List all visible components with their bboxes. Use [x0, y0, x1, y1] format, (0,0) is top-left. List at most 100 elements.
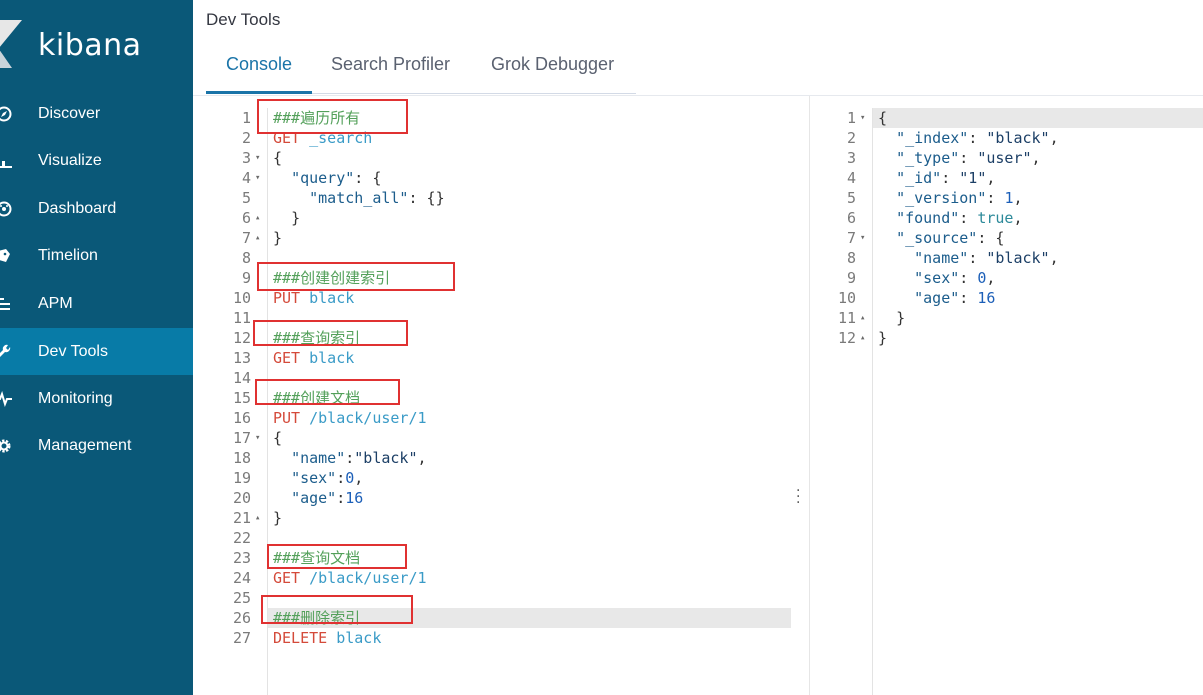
annotation-box	[255, 379, 400, 405]
line-number: 8	[241, 249, 251, 267]
code-line[interactable]: "age": 16	[878, 288, 995, 308]
sidebar-item-visualize[interactable]: Visualize	[0, 137, 193, 184]
sidebar-item-monitoring[interactable]: Monitoring	[0, 375, 193, 422]
sidebar: kibana Discover Visualize Dashboard Time…	[0, 0, 193, 695]
line-number: 12	[837, 329, 856, 347]
code-line[interactable]: "_id": "1",	[878, 168, 995, 188]
line-number: 6	[241, 209, 251, 227]
annotation-box	[253, 320, 408, 346]
code-line[interactable]: "sex":0,	[273, 468, 363, 488]
code-line[interactable]: }	[273, 228, 282, 248]
line-number: 18	[232, 449, 251, 467]
line-number: 26	[232, 609, 251, 627]
tab-bar: Console Search Profiler Grok Debugger	[206, 48, 636, 94]
sidebar-item-apm[interactable]: APM	[0, 280, 193, 327]
line-number: 5	[241, 189, 251, 207]
kibana-logo-icon	[0, 20, 22, 68]
code-line[interactable]: }	[878, 308, 905, 328]
line-number: 25	[232, 589, 251, 607]
line-number: 16	[232, 409, 251, 427]
fold-toggle-icon[interactable]: ▴	[255, 508, 260, 528]
fold-toggle-icon[interactable]: ▴	[860, 308, 865, 328]
code-line[interactable]: }	[273, 508, 282, 528]
code-line[interactable]: "_index": "black",	[878, 128, 1059, 148]
sidebar-item-label: Visualize	[38, 151, 102, 169]
line-number: 3	[241, 149, 251, 167]
code-line[interactable]: "name":"black",	[273, 448, 426, 468]
fold-toggle-icon[interactable]: ▾	[255, 168, 260, 188]
code-line[interactable]: {	[878, 108, 887, 128]
active-tab-indicator	[206, 91, 312, 94]
code-line[interactable]: {	[273, 428, 282, 448]
fold-toggle-icon[interactable]: ▾	[860, 228, 865, 248]
line-number: 11	[232, 309, 251, 327]
code-line[interactable]: }	[273, 208, 300, 228]
brand-name: kibana	[38, 28, 142, 63]
code-line[interactable]: DELETE black	[273, 628, 381, 648]
sidebar-item-discover[interactable]: Discover	[0, 90, 193, 137]
annotation-box	[257, 262, 455, 291]
line-number: 12	[232, 329, 251, 347]
code-line[interactable]: GET black	[273, 348, 354, 368]
line-number: 22	[232, 529, 251, 547]
code-line[interactable]: "query": {	[273, 168, 381, 188]
fold-toggle-icon[interactable]: ▾	[255, 428, 260, 448]
response-editor[interactable]: 1 ▾ 2 3 4 5 6 7 ▾ 8 9 10 11 ▴ 12 ▴ { "_index": "black",…	[810, 108, 1203, 695]
code-line[interactable]: "name": "black",	[878, 248, 1059, 268]
sidebar-item-label: Monitoring	[38, 389, 113, 407]
dashboard-icon	[0, 200, 12, 218]
heartbeat-icon	[0, 390, 12, 408]
annotation-box	[267, 544, 407, 569]
annotation-box	[261, 595, 413, 624]
code-line[interactable]: {	[273, 148, 282, 168]
line-number: 9	[241, 269, 251, 287]
sidebar-item-label: Management	[38, 436, 132, 454]
line-number: 10	[232, 289, 251, 307]
panel-resize-handle[interactable]: · · ·	[796, 484, 800, 510]
tab-search-profiler[interactable]: Search Profiler	[331, 54, 450, 75]
line-number: 3	[846, 149, 856, 167]
fold-toggle-icon[interactable]: ▾	[860, 108, 865, 128]
header-divider	[193, 95, 1203, 96]
fold-toggle-icon[interactable]: ▴	[860, 328, 865, 348]
line-number: 27	[232, 629, 251, 647]
sidebar-item-dev-tools[interactable]: Dev Tools	[0, 328, 193, 375]
sidebar-item-management[interactable]: Management	[0, 422, 193, 469]
response-gutter: 1 ▾ 2 3 4 5 6 7 ▾ 8 9 10 11 ▴ 12 ▴	[810, 108, 873, 695]
fold-toggle-icon[interactable]: ▴	[255, 228, 260, 248]
line-number: 9	[846, 269, 856, 287]
code-line[interactable]: "sex": 0,	[878, 268, 995, 288]
code-line[interactable]: "match_all": {}	[273, 188, 444, 208]
sidebar-item-label: Dev Tools	[38, 342, 108, 360]
sidebar-item-label: Timelion	[38, 246, 98, 264]
fold-toggle-icon[interactable]: ▾	[255, 148, 260, 168]
kibana-logo[interactable]: kibana	[0, 8, 193, 78]
code-line[interactable]: "_type": "user",	[878, 148, 1041, 168]
sidebar-item-dashboard[interactable]: Dashboard	[0, 185, 193, 232]
code-line[interactable]: PUT black	[273, 288, 354, 308]
line-number: 17	[232, 429, 251, 447]
wrench-icon	[0, 343, 12, 361]
sidebar-item-timelion[interactable]: Timelion	[0, 232, 193, 279]
code-line[interactable]: "age":16	[273, 488, 363, 508]
line-number: 4	[241, 169, 251, 187]
line-number: 6	[846, 209, 856, 227]
line-number: 19	[232, 469, 251, 487]
code-line[interactable]: PUT /black/user/1	[273, 408, 427, 428]
tab-grok-debugger[interactable]: Grok Debugger	[491, 54, 614, 75]
page-title: Dev Tools	[206, 10, 281, 29]
code-line[interactable]: "found": true,	[878, 208, 1022, 228]
tab-console[interactable]: Console	[226, 54, 292, 75]
line-number: 24	[232, 569, 251, 587]
line-number: 23	[232, 549, 251, 567]
apm-icon	[0, 295, 12, 313]
code-line[interactable]: }	[878, 328, 887, 348]
line-number: 10	[837, 289, 856, 307]
code-line[interactable]: GET /black/user/1	[273, 568, 427, 588]
code-line[interactable]: "_source": {	[878, 228, 1004, 248]
fold-toggle-icon[interactable]: ▴	[255, 208, 260, 228]
annotation-box	[257, 99, 408, 134]
line-number: 1	[241, 109, 251, 127]
line-number: 15	[232, 389, 251, 407]
code-line[interactable]: "_version": 1,	[878, 188, 1022, 208]
